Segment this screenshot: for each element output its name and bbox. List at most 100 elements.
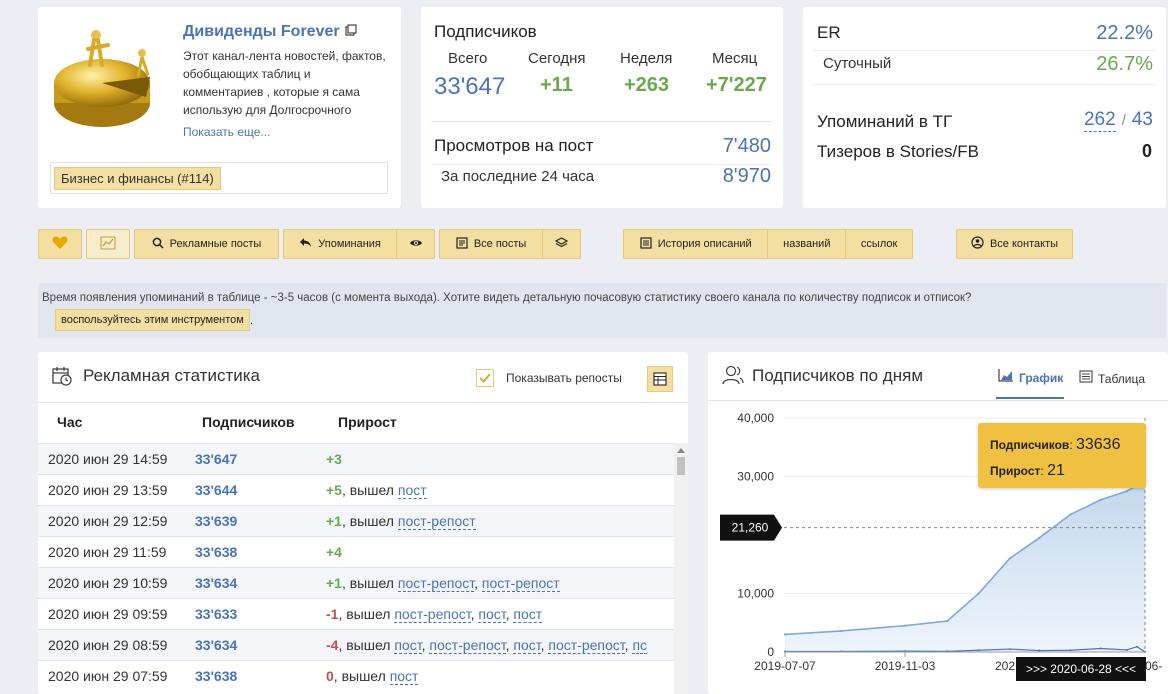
today-value: +11 [540,74,573,96]
table-row: 2020 июн 29 11:59 33'638 +4 [38,536,674,567]
row-post-link[interactable]: пост [478,606,506,623]
all-contacts-button[interactable]: Все контакты [956,229,1073,259]
tooltip-delta-label: Прирост [990,464,1041,478]
row-post-link[interactable]: пс [632,637,648,654]
subscribers-title: Подписчиков [434,22,537,41]
week-label: Неделя [620,50,673,67]
daily-chart-card: Подписчиков по дням График Таблица 0 10,0… [708,352,1168,694]
channel-title[interactable]: Дивиденды Forever [183,23,340,41]
row-time: 2020 июн 29 07:59 [48,668,168,684]
description-history-button[interactable]: История описаний [624,230,769,258]
row-note: , вышел [333,668,390,684]
tab-table-label: Таблица [1098,371,1146,386]
tooltip-subs-value: 33636 [1075,436,1121,453]
row-time: 2020 июн 29 14:59 [48,451,168,467]
tool-link-button[interactable]: воспользуйтесь этим инструментом [55,309,250,331]
row-post-link[interactable]: пост [513,637,541,654]
row-note: , вышел [338,637,395,653]
posts-group: Все посты [439,229,581,259]
data-point-growth [1008,648,1011,651]
row-time: 2020 июн 29 11:59 [48,544,167,560]
area-chart-icon [998,368,1014,387]
row-delta: +4 [326,544,342,560]
row-delta: -1 [326,606,339,622]
table-row: 2020 июн 29 12:59 33'639 +1, вышел пост-ре… [38,505,674,536]
show-reposts-checkbox[interactable] [476,369,494,387]
eye-icon [409,238,423,251]
scroll-thumb[interactable] [677,457,685,475]
total-value: 33'647 [434,73,506,100]
chart-tooltip: Подписчиков: 33636 Прирост: 21 [978,423,1146,488]
x-tick-label: 2019-11-03 [875,659,936,673]
data-point-growth [1135,645,1138,648]
row-subscribers: 33'638 [195,544,238,560]
row-post-link[interactable]: пост [513,606,543,623]
row-post-link[interactable]: пост [389,668,419,685]
show-more-link[interactable]: Показать еще... [183,125,270,139]
col-subscribers: Подписчиков [202,414,295,430]
row-delta: +1 [326,575,342,591]
data-point-growth [1099,647,1102,650]
data-point [946,619,949,623]
row-post-link[interactable]: пост [394,637,422,654]
row-post-link[interactable]: пост-репост [429,637,506,654]
row-note: , вышел [341,513,398,529]
y-tick-label: 0 [767,645,774,659]
row-post-link[interactable]: пост-репост [394,606,471,623]
row-subscribers: 33'647 [195,451,238,467]
favorite-button[interactable] [38,229,82,259]
row-post-link[interactable]: пост-репост [397,513,476,530]
row-post-link[interactable]: пост [397,482,427,499]
ad-posts-button[interactable]: Рекламные посты [134,229,279,259]
teasers-value: 0 [1141,141,1152,161]
tab-table[interactable]: Таблица [1079,358,1145,399]
links-history-button[interactable]: ссылок [846,230,912,258]
row-growth: -4, вышел пост, пост-репост, пост, пост-… [326,637,648,654]
ad-stats-table: 2020 июн 29 14:59 33'647 +3 2020 июн 29 13:… [38,443,674,694]
all-posts-button[interactable]: Все посты [440,230,544,258]
notice-tail: . [249,313,254,327]
x-tick-label: 2019-07-07 [754,659,816,673]
names-history-button[interactable]: названий [768,230,847,258]
people-icon [721,364,745,391]
data-point-growth [1125,648,1128,651]
row-delta: +5 [326,482,342,498]
export-button[interactable] [647,366,673,392]
category-badge[interactable]: Бизнес и финансы (#114) [54,167,221,190]
total-label: Всего [448,50,488,67]
table-icon [653,372,667,386]
daily-er-value: 26.7% [1096,53,1153,75]
ad-posts-label: Рекламные посты [169,238,262,250]
mentions-value-a[interactable]: 262 [1083,109,1116,132]
table-row: 2020 июн 29 13:59 33'644 +5, вышел пост [38,474,674,505]
watch-mentions-button[interactable] [397,230,434,258]
row-post-link[interactable]: пост-репост [481,575,560,592]
description-history-label: История описаний [657,238,752,250]
mentions-label: Упоминания [318,238,381,250]
row-growth: +4 [326,544,342,560]
row-delta: +1 [326,513,342,529]
calendar-clock-icon [51,365,73,392]
row-growth: -1, вышел пост-репост, пост, пост [326,606,543,623]
row-post-link[interactable]: пост-репост [548,637,625,654]
scroll-up-arrow[interactable] [674,443,688,457]
today-label: Сегодня [528,50,586,67]
er-label: ER [817,23,841,42]
category-box: Бизнес и финансы (#114) [50,162,388,194]
row-time: 2020 июн 29 13:59 [48,482,168,498]
list-icon [640,236,652,252]
layers-button[interactable] [543,230,580,258]
teasers-label: Тизеров в Stories/FB [817,142,979,161]
row-growth: +1, вышел пост-репост [326,513,476,530]
compare-button[interactable] [86,229,130,259]
row-post-link[interactable]: пост-репост [397,575,475,592]
row-growth: 0, вышел пост [326,668,419,685]
history-group: История описаний названий ссылок [623,229,913,259]
tooltip-delta-value: 21 [1047,462,1065,479]
tab-chart[interactable]: График [996,358,1064,399]
all-contacts-label: Все контакты [989,238,1059,250]
mentions-button[interactable]: Упоминания [284,230,398,258]
search-icon [152,237,164,252]
copy-icon[interactable] [344,23,357,41]
table-scrollbar[interactable] [674,443,688,694]
